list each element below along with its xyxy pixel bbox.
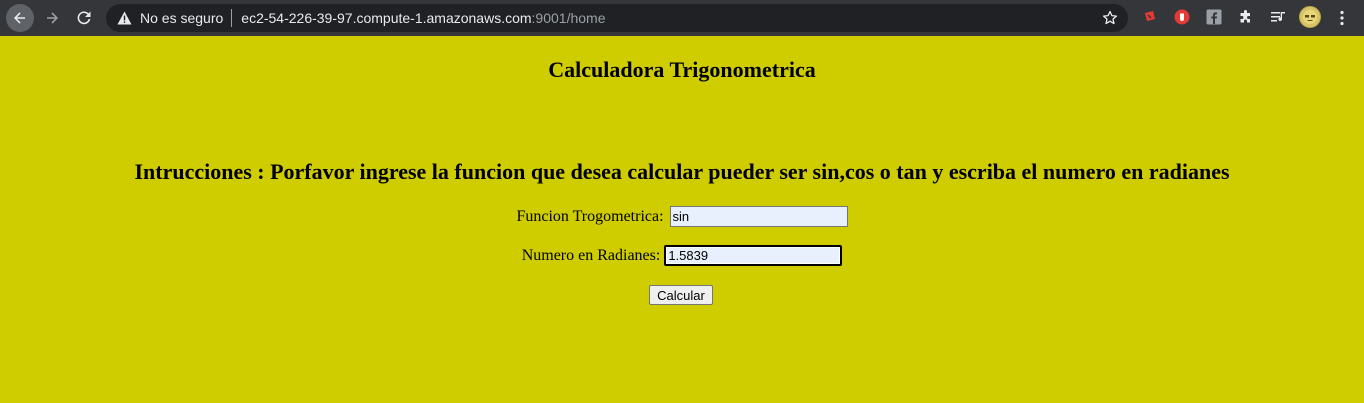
function-input[interactable] [669, 206, 848, 227]
browser-menu-button[interactable] [1334, 9, 1350, 27]
star-icon[interactable] [1102, 10, 1118, 26]
avatar[interactable] [1299, 6, 1321, 28]
media-control-button[interactable] [1269, 8, 1287, 26]
url-host: ec2-54-226-39-97.compute-1.amazonaws.com [241, 10, 532, 26]
page-title: Calculadora Trigonometrica [548, 57, 816, 82]
browser-toolbar: No es seguro ec2-54-226-39-97.compute-1.… [0, 0, 1364, 36]
extension-button-shield[interactable] [1173, 8, 1191, 26]
back-button[interactable] [6, 4, 34, 32]
extension-button-f[interactable] [1205, 8, 1223, 26]
extensions-button[interactable] [1237, 8, 1255, 26]
media-icon [1271, 12, 1285, 22]
page-content: Calculadora Trigonometrica Intrucciones … [0, 36, 1364, 403]
function-row: Funcion Trogometrica: [0, 206, 1364, 227]
more-vert-icon [1340, 10, 1344, 26]
calculate-button[interactable]: Calcular [649, 285, 713, 305]
radians-row: Numero en Radianes: [0, 245, 1364, 266]
facebook-icon [1206, 9, 1222, 25]
radians-input[interactable] [664, 245, 843, 266]
security-status[interactable]: No es seguro [140, 10, 223, 26]
forward-arrow-icon [47, 12, 58, 24]
warning-icon[interactable] [116, 10, 132, 26]
reload-button[interactable] [70, 4, 98, 32]
reload-icon [77, 11, 91, 25]
address-bar[interactable]: No es seguro ec2-54-226-39-97.compute-1.… [106, 4, 1128, 32]
extension-button-red[interactable] [1141, 8, 1159, 26]
back-arrow-icon [14, 12, 25, 24]
radians-label: Numero en Radianes: [521, 246, 661, 264]
forward-button[interactable] [38, 4, 66, 32]
url-text[interactable]: ec2-54-226-39-97.compute-1.amazonaws.com… [241, 10, 605, 26]
shield-icon [1174, 9, 1190, 25]
puzzle-icon [1240, 10, 1250, 23]
profile-face-icon [1303, 10, 1317, 24]
url-path: :9001/home [531, 10, 606, 26]
function-label: Funcion Trogometrica: [516, 207, 664, 225]
extension-icon [1145, 11, 1155, 21]
instructions-heading: Intrucciones : Porfavor ingrese la funci… [134, 159, 1230, 184]
omnibox-divider [231, 9, 233, 27]
